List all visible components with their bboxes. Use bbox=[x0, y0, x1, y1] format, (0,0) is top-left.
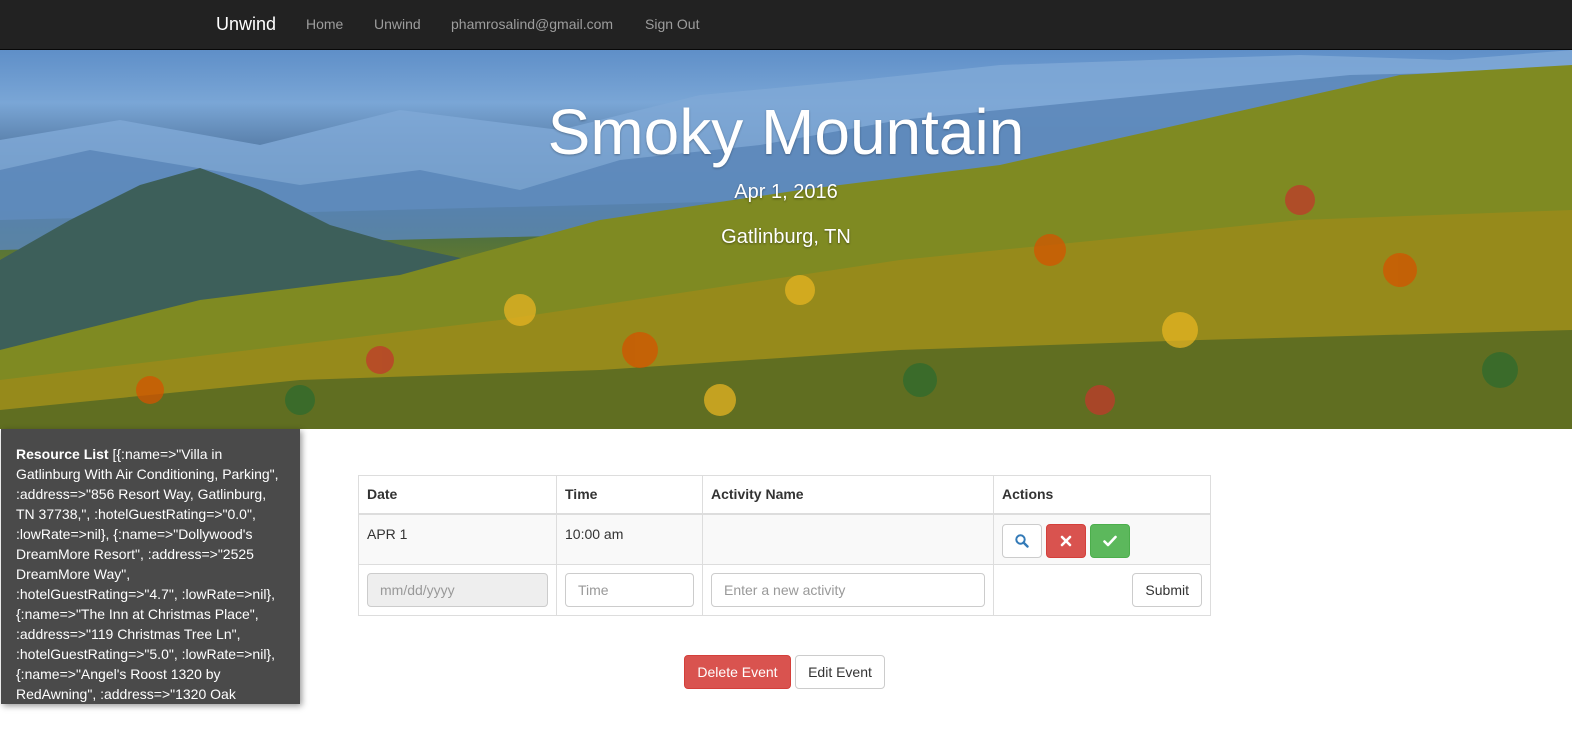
check-icon bbox=[1102, 535, 1117, 547]
edit-event-button[interactable]: Edit Event bbox=[795, 655, 885, 689]
event-title: Smoky Mountain bbox=[547, 96, 1025, 168]
date-input[interactable] bbox=[367, 573, 548, 607]
nav-link-unwind[interactable]: Unwind bbox=[374, 16, 421, 32]
nav-link-sign-out[interactable]: Sign Out bbox=[645, 16, 699, 32]
nav-link-user-email[interactable]: phamrosalind@gmail.com bbox=[451, 16, 613, 32]
table-row: APR 1 10:00 am bbox=[358, 513, 1211, 565]
cell-actions bbox=[993, 513, 1211, 565]
activity-table: Date Time Activity Name Actions APR 1 10… bbox=[358, 475, 1211, 616]
cell-activity bbox=[702, 513, 994, 565]
cell-time: 10:00 am bbox=[556, 513, 703, 565]
table-header-row: Date Time Activity Name Actions bbox=[358, 475, 1211, 515]
resource-list-text: [{:name=>"Villa in Gatlinburg With Air C… bbox=[16, 446, 279, 702]
time-input[interactable] bbox=[565, 573, 694, 607]
navbar-brand[interactable]: Unwind bbox=[216, 14, 276, 35]
event-location: Gatlinburg, TN bbox=[721, 226, 851, 248]
confirm-button[interactable] bbox=[1089, 523, 1130, 558]
search-button[interactable] bbox=[1002, 523, 1042, 558]
cell-new-time bbox=[556, 564, 703, 616]
navbar: Unwind Home Unwind phamrosalind@gmail.co… bbox=[0, 0, 1572, 50]
hero-banner: Smoky Mountain Apr 1, 2016 Gatlinburg, T… bbox=[0, 50, 1572, 429]
nav-link-home[interactable]: Home bbox=[306, 16, 343, 32]
delete-event-button[interactable]: Delete Event bbox=[684, 655, 791, 689]
resource-list-label: Resource List bbox=[16, 446, 109, 462]
submit-button[interactable]: Submit bbox=[1132, 573, 1202, 607]
activity-input[interactable] bbox=[711, 573, 985, 607]
cell-submit: Submit bbox=[993, 564, 1211, 616]
new-activity-row: Submit bbox=[358, 564, 1211, 616]
header-date: Date bbox=[358, 475, 557, 515]
header-activity-name: Activity Name bbox=[702, 475, 994, 515]
cell-date: APR 1 bbox=[358, 513, 557, 565]
header-actions: Actions bbox=[993, 475, 1211, 515]
cell-new-date bbox=[358, 564, 557, 616]
resource-list-panel: Resource List [{:name=>"Villa in Gatlinb… bbox=[1, 429, 300, 704]
remove-icon bbox=[1060, 535, 1072, 547]
remove-button[interactable] bbox=[1045, 523, 1086, 558]
header-time: Time bbox=[556, 475, 703, 515]
event-date: Apr 1, 2016 bbox=[734, 181, 838, 203]
search-icon bbox=[1015, 534, 1029, 548]
cell-new-activity bbox=[702, 564, 994, 616]
